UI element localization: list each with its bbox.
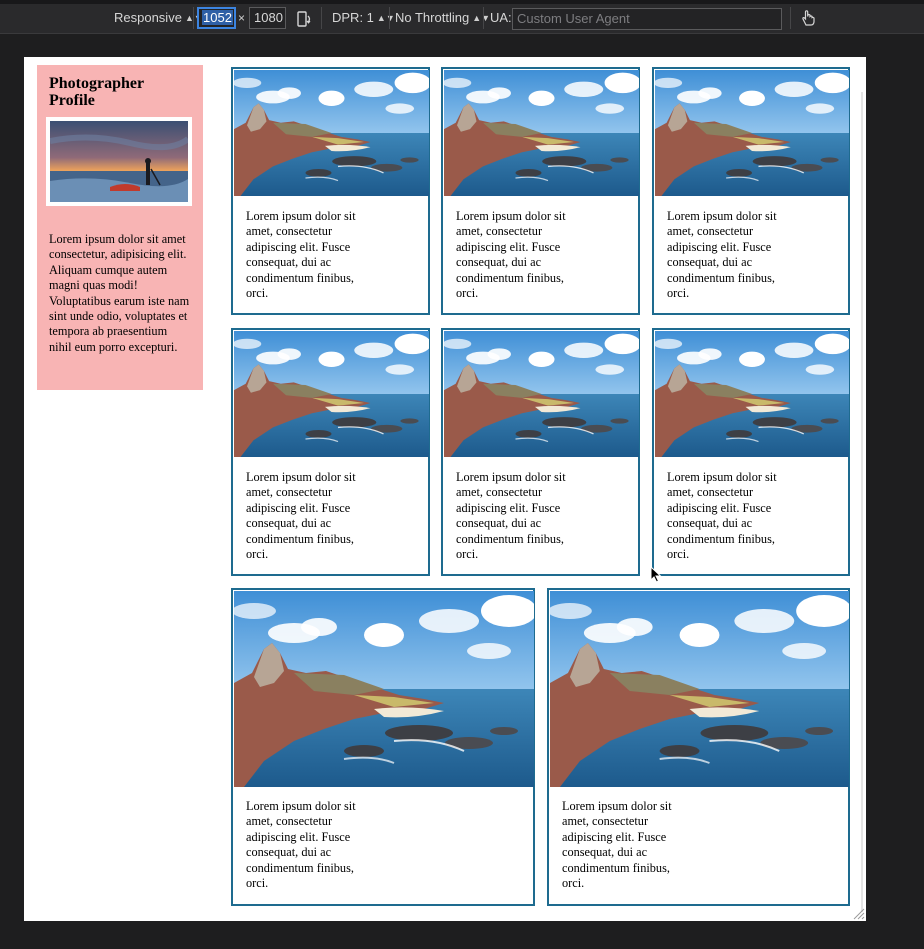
toolbar-divider [790, 7, 791, 29]
device-mode-label: Responsive [114, 10, 182, 25]
profile-photo [46, 117, 192, 206]
coastline-image [234, 591, 534, 787]
card-text: Lorem ipsum dolor sit amet, consectetur … [667, 470, 777, 562]
gallery-card[interactable]: Lorem ipsum dolor sit amet, consectetur … [231, 67, 430, 315]
gallery-card[interactable]: Lorem ipsum dolor sit amet, consectetur … [652, 328, 850, 576]
toolbar-divider [389, 7, 390, 29]
toolbar-divider [483, 7, 484, 29]
card-text: Lorem ipsum dolor sit amet, consectetur … [667, 209, 777, 301]
dpr-label: DPR: 1 [332, 10, 374, 25]
card-image [234, 331, 429, 457]
sunset-photographer-image [50, 121, 188, 202]
card-text: Lorem ipsum dolor sit amet, consectetur … [562, 799, 672, 891]
coastline-image [655, 331, 849, 457]
dimension-separator: × [238, 11, 246, 25]
touch-simulation-icon[interactable] [799, 9, 817, 27]
responsive-viewport: Photographer Profile Lorem ipsum dolor s… [24, 57, 866, 921]
rotate-device-icon[interactable] [296, 10, 312, 28]
gallery-card[interactable]: Lorem ipsum dolor sit amet, consectetur … [441, 67, 640, 315]
card-image [234, 70, 429, 196]
custom-user-agent-input[interactable]: Custom User Agent [512, 8, 782, 30]
sort-arrows-icon: ▲▼ [376, 13, 395, 23]
viewport-scrollbar[interactable] [861, 92, 863, 912]
card-text: Lorem ipsum dolor sit amet, consectetur … [456, 470, 566, 562]
card-image [234, 591, 534, 787]
devtools-responsive-toolbar: Responsive▲▼ 1052 × 1080 DPR: 1▲▼ No Thr… [0, 0, 924, 34]
profile-bio: Lorem ipsum dolor sit amet consectetur, … [49, 232, 190, 354]
toolbar-divider [193, 7, 194, 29]
resize-grip-icon[interactable] [852, 907, 865, 920]
coastline-image [444, 70, 639, 196]
dpr-select[interactable]: DPR: 1 ▲▼ [332, 9, 395, 27]
coastline-image [234, 70, 429, 196]
photographer-profile-sidebar: Photographer Profile Lorem ipsum dolor s… [37, 65, 203, 390]
gallery-card[interactable]: Lorem ipsum dolor sit amet, consectetur … [652, 67, 850, 315]
gallery-card[interactable]: Lorem ipsum dolor sit amet, consectetur … [441, 328, 640, 576]
gallery-card[interactable]: Lorem ipsum dolor sit amet, consectetur … [231, 328, 430, 576]
throttling-label: No Throttling [395, 10, 470, 25]
viewport-height-input[interactable]: 1080 [249, 7, 286, 29]
toolbar-top-edge [0, 0, 924, 4]
gallery-card[interactable]: Lorem ipsum dolor sit amet, consectetur … [547, 588, 850, 906]
toolbar-divider [321, 7, 322, 29]
viewport-width-value: 1052 [202, 10, 233, 25]
ua-label: UA: [490, 10, 512, 25]
coastline-image [234, 331, 429, 457]
card-text: Lorem ipsum dolor sit amet, consectetur … [456, 209, 566, 301]
coastline-image [550, 591, 849, 787]
profile-title: Photographer Profile [49, 75, 144, 109]
coastline-image [655, 70, 849, 196]
card-text: Lorem ipsum dolor sit amet, consectetur … [246, 799, 356, 891]
card-image [655, 331, 849, 457]
card-image [655, 70, 849, 196]
viewport-width-input[interactable]: 1052 [197, 7, 236, 29]
card-text: Lorem ipsum dolor sit amet, consectetur … [246, 470, 356, 562]
sort-arrows-icon: ▲▼ [472, 13, 491, 23]
coastline-image [444, 331, 639, 457]
device-mode-select[interactable]: Responsive▲▼ [114, 9, 203, 27]
card-image [550, 591, 849, 787]
mouse-cursor-icon [650, 566, 662, 583]
card-text: Lorem ipsum dolor sit amet, consectetur … [246, 209, 356, 301]
card-image [444, 70, 639, 196]
throttling-select[interactable]: No Throttling ▲▼ [395, 9, 490, 27]
card-image [444, 331, 639, 457]
gallery-card[interactable]: Lorem ipsum dolor sit amet, consectetur … [231, 588, 535, 906]
